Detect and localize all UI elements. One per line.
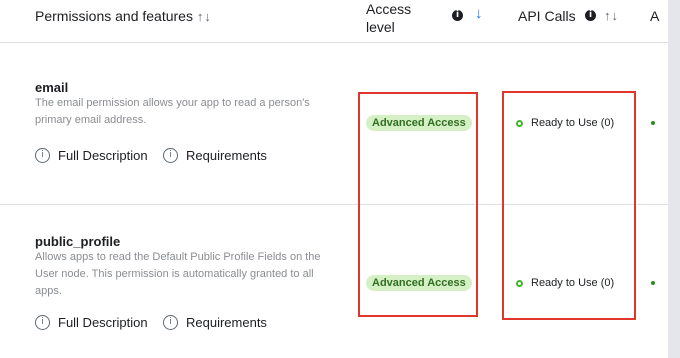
truncated-column-header[interactable]: A xyxy=(650,8,659,24)
access-level-header-line1: Access xyxy=(366,1,412,17)
api-calls-highlight-box xyxy=(502,91,636,320)
info-outline-icon: i xyxy=(163,315,178,330)
description-line: primary email address. xyxy=(35,114,147,126)
requirements-link-public-profile[interactable]: i Requirements xyxy=(163,315,267,330)
access-level-info-icon[interactable]: i xyxy=(452,10,463,21)
requirements-link-email[interactable]: i Requirements xyxy=(163,148,267,163)
requirements-label: Requirements xyxy=(186,148,267,163)
full-description-link-email[interactable]: i Full Description xyxy=(35,148,148,163)
api-calls-info-icon[interactable]: i xyxy=(585,10,596,21)
description-line: Allows apps to read the Default Public P… xyxy=(35,251,321,263)
description-line: The email permission allows your app to … xyxy=(35,97,310,109)
header-divider xyxy=(0,42,668,43)
full-description-link-public-profile[interactable]: i Full Description xyxy=(35,315,148,330)
info-outline-icon: i xyxy=(35,315,50,330)
api-calls-header-label: API Calls xyxy=(518,8,576,24)
status-dot-icon xyxy=(651,121,655,125)
access-level-highlight-box xyxy=(358,92,478,317)
permissions-header-label: Permissions and features xyxy=(35,8,193,24)
info-outline-icon: i xyxy=(35,148,50,163)
permission-description-public-profile: Allows apps to read the Default Public P… xyxy=(35,249,355,300)
full-description-label: Full Description xyxy=(58,148,148,163)
permission-name-email: email xyxy=(35,80,69,95)
permission-name-public-profile: public_profile xyxy=(35,234,121,249)
info-outline-icon: i xyxy=(163,148,178,163)
status-dot-icon xyxy=(651,281,655,285)
full-description-label: Full Description xyxy=(58,315,148,330)
permission-description-email: The email permission allows your app to … xyxy=(35,95,345,129)
description-line: User node. This permission is automatica… xyxy=(35,268,314,280)
permissions-column-header[interactable]: Permissions and features ↑↓ xyxy=(35,8,212,24)
description-line: apps. xyxy=(35,285,62,297)
api-calls-column-header[interactable]: API Calls xyxy=(518,8,576,24)
access-level-sort-desc-icon[interactable]: ↓ xyxy=(475,5,483,22)
access-level-column-header[interactable]: Access level xyxy=(366,0,411,36)
requirements-label: Requirements xyxy=(186,315,267,330)
api-calls-sort-icon[interactable]: ↑↓ xyxy=(604,8,619,23)
sort-icon[interactable]: ↑↓ xyxy=(197,9,212,24)
scrollbar-track[interactable] xyxy=(668,0,680,358)
access-level-header-line2: level xyxy=(366,19,395,35)
